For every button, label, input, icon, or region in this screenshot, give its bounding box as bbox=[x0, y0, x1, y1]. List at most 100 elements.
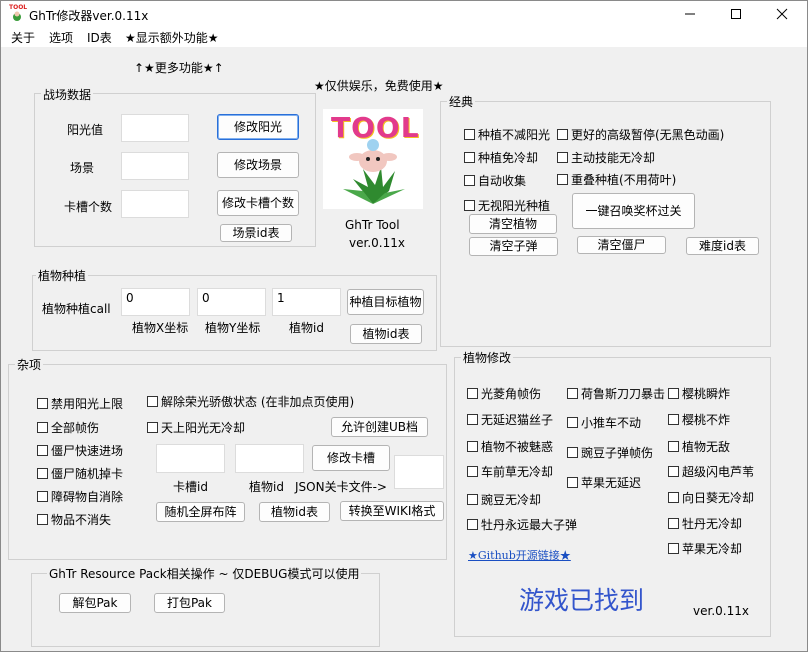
plant-x-input[interactable]: 0 bbox=[121, 288, 190, 316]
cherry-no-explode-checkbox[interactable]: 樱桃不炸 bbox=[668, 411, 730, 428]
unpack-pak-button[interactable]: 解包Pak bbox=[59, 593, 131, 613]
disable-glory-checkbox[interactable]: 解除荣光骄傲状态 (在非加点页使用) bbox=[147, 393, 354, 410]
auto-collect-checkbox[interactable]: 自动收集 bbox=[464, 172, 526, 189]
horus-crit-label: 荷鲁斯刀刀暴击 bbox=[581, 387, 666, 401]
disable-sun-limit-checkbox[interactable]: 禁用阳光上限 bbox=[37, 395, 123, 412]
menu-options[interactable]: 选项 bbox=[49, 29, 73, 46]
menu-bar: 关于 选项 ID表 ★显示额外功能★ bbox=[1, 27, 807, 47]
checkbox-box bbox=[668, 466, 679, 477]
zombie-random-drop-label: 僵尸随机掉卡 bbox=[51, 467, 124, 481]
peony-max-bullet-checkbox[interactable]: 牡丹永远最大子弹 bbox=[467, 516, 577, 533]
plant-mod-version: ver.0.11x bbox=[693, 604, 749, 618]
sunflower-no-cooldown-checkbox[interactable]: 向日葵无冷却 bbox=[668, 489, 754, 506]
plant-id-label: 植物id bbox=[289, 321, 324, 335]
plant-no-sun-cost-checkbox[interactable]: 种植不减阳光 bbox=[464, 126, 550, 143]
plant-target-button[interactable]: 种植目标植物 bbox=[347, 289, 424, 315]
plant-spawn-title: 植物种植 bbox=[36, 267, 89, 284]
plant-invincible-checkbox[interactable]: 植物无敌 bbox=[668, 438, 730, 455]
better-pause-checkbox[interactable]: 更好的高级暂停(无黑色动画) bbox=[557, 126, 724, 143]
scene-input[interactable] bbox=[121, 152, 189, 180]
horus-crit-checkbox[interactable]: 荷鲁斯刀刀暴击 bbox=[567, 385, 665, 402]
checkbox-box bbox=[467, 519, 478, 530]
json-level-input[interactable] bbox=[394, 455, 444, 489]
light-caltrop-frame-damage-checkbox[interactable]: 光菱角帧伤 bbox=[467, 385, 541, 402]
plant-y-label: 植物Y坐标 bbox=[205, 321, 261, 335]
convert-wiki-button[interactable]: 转换至WIKI格式 bbox=[340, 501, 444, 521]
menu-id-table[interactable]: ID表 bbox=[87, 29, 112, 46]
logo-text: TOOL bbox=[331, 111, 420, 144]
misc-plant-id-table-button[interactable]: 植物id表 bbox=[259, 502, 330, 522]
checkbox-box bbox=[37, 422, 48, 433]
slot-id-input[interactable] bbox=[156, 444, 225, 473]
allow-ub-save-button[interactable]: 允许创建UB档 bbox=[331, 417, 428, 437]
checkbox-box bbox=[668, 441, 679, 452]
logo-version: ver.0.11x bbox=[349, 236, 405, 250]
summon-trophy-button[interactable]: 一键召唤奖杯过关 bbox=[572, 193, 695, 229]
all-frame-damage-checkbox[interactable]: 全部帧伤 bbox=[37, 419, 99, 436]
game-status-text: 游戏已找到 bbox=[519, 586, 645, 615]
menu-about[interactable]: 关于 bbox=[11, 29, 35, 46]
auto-collect-label: 自动收集 bbox=[478, 174, 527, 188]
pea-bullet-frame-damage-checkbox[interactable]: 豌豆子弹帧伤 bbox=[567, 444, 653, 461]
sky-sun-no-cooldown-label: 天上阳光无冷却 bbox=[161, 421, 246, 435]
cherry-instant-checkbox[interactable]: 樱桃瞬炸 bbox=[668, 385, 730, 402]
checkbox-box bbox=[467, 466, 478, 477]
skill-no-cooldown-checkbox[interactable]: 主动技能无冷却 bbox=[557, 149, 655, 166]
minimize-button[interactable] bbox=[667, 1, 713, 27]
pea-no-cooldown-checkbox[interactable]: 豌豆无冷却 bbox=[467, 491, 541, 508]
apple-no-cooldown-checkbox[interactable]: 苹果无冷却 bbox=[668, 540, 742, 557]
slot-count-label: 卡槽个数 bbox=[64, 200, 113, 214]
modify-slot-count-button[interactable]: 修改卡槽个数 bbox=[217, 190, 299, 216]
github-link[interactable]: ★Github开源链接★ bbox=[468, 547, 571, 563]
ignore-sun-plant-checkbox[interactable]: 无视阳光种植 bbox=[464, 197, 550, 214]
super-lightning-reed-checkbox[interactable]: 超级闪电芦苇 bbox=[668, 463, 754, 480]
plant-id-input[interactable]: 1 bbox=[272, 288, 341, 316]
slot-count-input[interactable] bbox=[121, 190, 189, 218]
peony-no-cooldown-checkbox[interactable]: 牡丹无冷却 bbox=[668, 515, 742, 532]
plant-no-charm-checkbox[interactable]: 植物不被魅惑 bbox=[467, 438, 553, 455]
random-fullscreen-array-button[interactable]: 随机全屏布阵 bbox=[156, 502, 245, 522]
clear-zombies-button[interactable]: 清空僵尸 bbox=[577, 236, 666, 254]
maximize-button[interactable] bbox=[713, 1, 759, 27]
super-lightning-reed-label: 超级闪电芦苇 bbox=[682, 465, 755, 479]
plant-no-cooldown-checkbox[interactable]: 种植免冷却 bbox=[464, 149, 538, 166]
pack-pak-button[interactable]: 打包Pak bbox=[154, 593, 225, 613]
overlap-plant-checkbox[interactable]: 重叠种植(不用荷叶) bbox=[557, 171, 676, 188]
overlap-plant-label: 重叠种植(不用荷叶) bbox=[571, 173, 677, 187]
close-button[interactable] bbox=[759, 1, 805, 27]
plantain-no-cooldown-label: 车前草无冷却 bbox=[481, 465, 554, 479]
no-delay-cat-checkbox[interactable]: 无延迟猫丝子 bbox=[467, 411, 553, 428]
plant-no-cooldown-label: 种植免冷却 bbox=[478, 151, 539, 165]
checkbox-box bbox=[464, 200, 475, 211]
app-icon-text: TOOL bbox=[9, 4, 28, 11]
clear-bullets-button[interactable]: 清空子弹 bbox=[469, 237, 558, 256]
items-persist-checkbox[interactable]: 物品不消失 bbox=[37, 511, 111, 528]
misc-plant-id-input[interactable] bbox=[235, 444, 304, 473]
clear-plants-button[interactable]: 清空植物 bbox=[469, 214, 557, 234]
plant-y-input[interactable]: 0 bbox=[197, 288, 266, 316]
menu-show-extra[interactable]: ★显示额外功能★ bbox=[125, 29, 219, 46]
window-title: GhTr修改器ver.0.11x bbox=[29, 9, 149, 23]
obstacle-auto-remove-checkbox[interactable]: 障碍物自消除 bbox=[37, 488, 123, 505]
modify-scene-button[interactable]: 修改场景 bbox=[217, 152, 299, 178]
pea-bullet-frame-damage-label: 豌豆子弹帧伤 bbox=[581, 446, 654, 460]
plant-x-label: 植物X坐标 bbox=[132, 321, 189, 335]
apple-no-delay-checkbox[interactable]: 苹果无延迟 bbox=[567, 474, 641, 491]
modify-sun-button[interactable]: 修改阳光 bbox=[217, 114, 299, 140]
sky-sun-no-cooldown-checkbox[interactable]: 天上阳光无冷却 bbox=[147, 419, 245, 436]
zombie-fast-enter-checkbox[interactable]: 僵尸快速进场 bbox=[37, 442, 123, 459]
cherry-instant-label: 樱桃瞬炸 bbox=[682, 387, 731, 401]
checkbox-box bbox=[557, 174, 568, 185]
plant-modify-title: 植物修改 bbox=[461, 349, 514, 366]
sun-input[interactable] bbox=[121, 114, 189, 142]
modify-card-slot-button[interactable]: 修改卡槽 bbox=[312, 445, 390, 471]
plant-id-table-button[interactable]: 植物id表 bbox=[350, 324, 422, 344]
zombie-random-drop-checkbox[interactable]: 僵尸随机掉卡 bbox=[37, 465, 123, 482]
cart-no-move-checkbox[interactable]: 小推车不动 bbox=[567, 414, 641, 431]
difficulty-id-table-button[interactable]: 难度id表 bbox=[686, 237, 759, 255]
plantain-no-cooldown-checkbox[interactable]: 车前草无冷却 bbox=[467, 463, 553, 480]
disable-sun-limit-label: 禁用阳光上限 bbox=[51, 397, 124, 411]
misc-plant-id-label: 植物id bbox=[249, 480, 284, 494]
json-level-label: JSON关卡文件-> bbox=[295, 480, 387, 494]
scene-id-table-button[interactable]: 场景id表 bbox=[220, 224, 292, 242]
